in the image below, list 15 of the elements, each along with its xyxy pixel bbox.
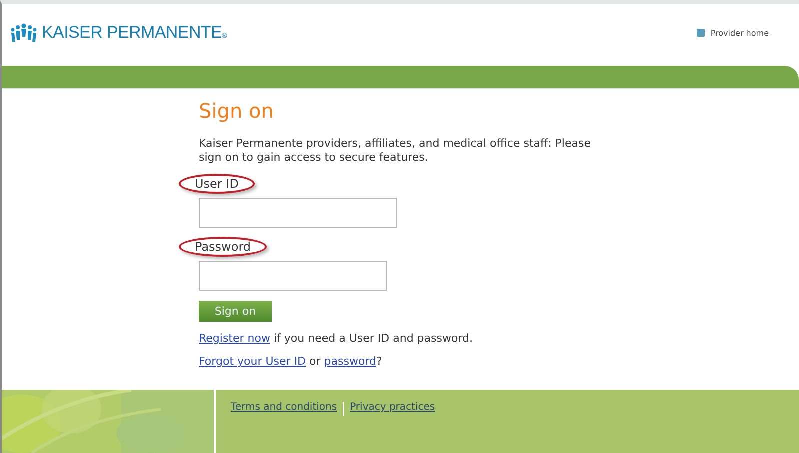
field-label: User ID [179,174,255,194]
people-logo-icon [10,23,38,43]
text-link[interactable]: password [324,355,377,368]
intro-text: Kaiser Permanente providers, affiliates, and medical office staff: Please sign on to gain access to secure features. [199,137,592,165]
provider-home-link[interactable]: Provider home [696,28,769,38]
help-text: Register now if you need a User ID and password. [199,332,474,345]
text-link[interactable]: Register now [199,332,270,345]
field-label: Password [179,237,268,257]
help-text: Forgot your User ID or password? [199,355,384,368]
input-field[interactable] [199,261,387,291]
footer-link[interactable]: Privacy practices [350,402,436,413]
page-title: Sign on [199,98,275,125]
text-link[interactable]: Forgot your User ID [199,355,306,368]
input-field[interactable] [199,198,397,228]
footer-link[interactable]: Terms and conditions [231,402,338,413]
